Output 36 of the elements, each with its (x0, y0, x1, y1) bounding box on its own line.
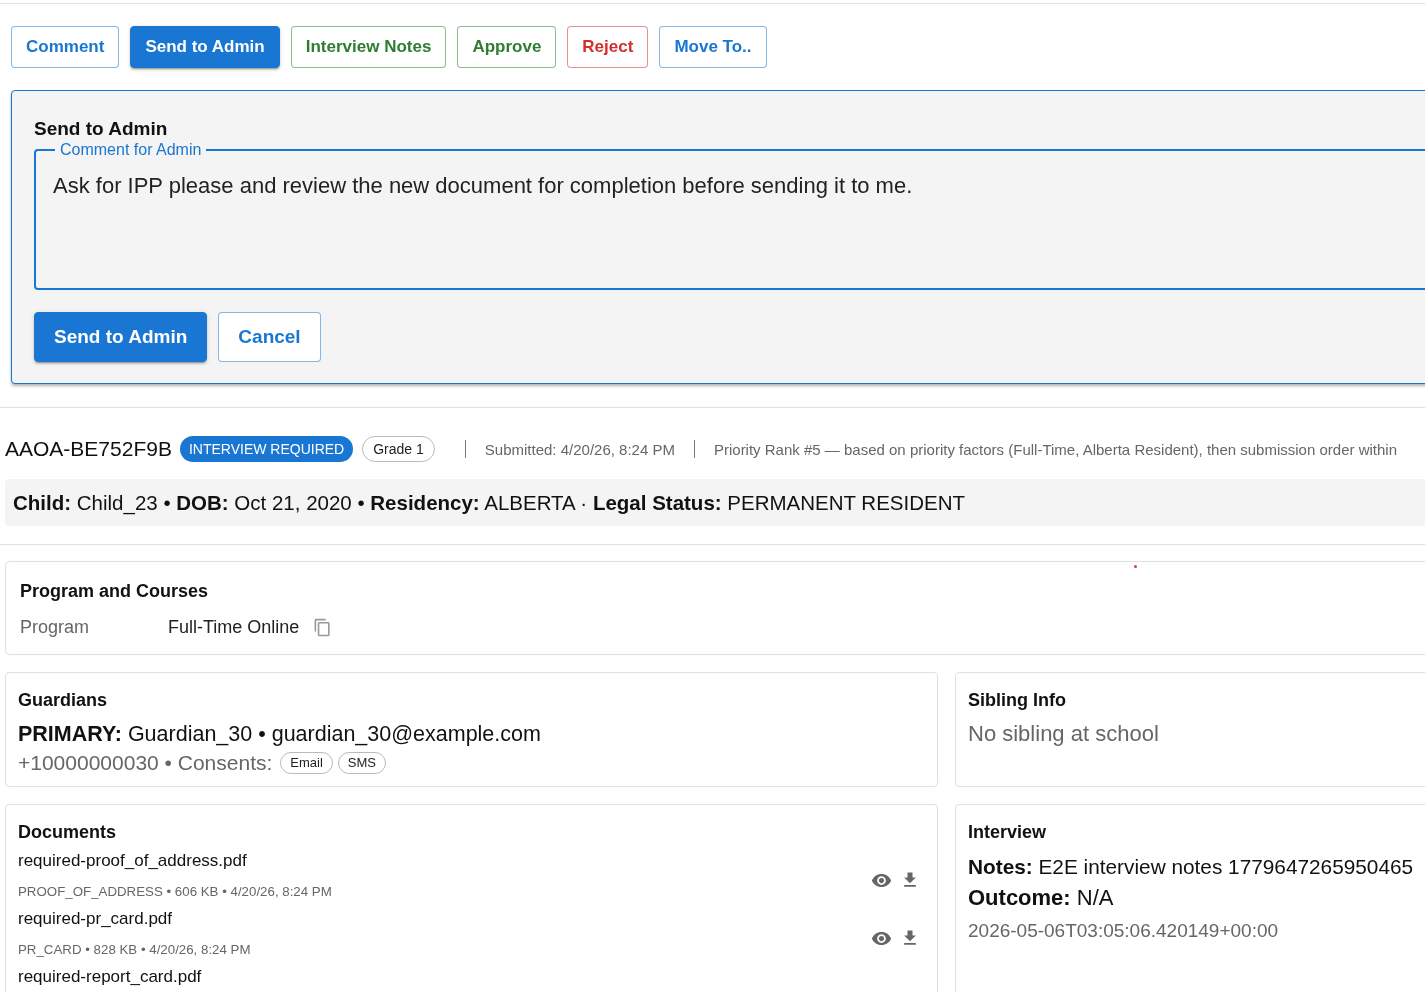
dot-icon (1134, 565, 1137, 568)
field-label: Comment for Admin (59, 141, 203, 159)
field-label: Program (20, 616, 91, 639)
submit-button[interactable]: Send to Admin (34, 312, 208, 362)
card-title: Documents (18, 821, 117, 844)
cancel-button[interactable]: Cancel (218, 312, 321, 362)
interview-outcome: Outcome: N/A (968, 884, 1115, 912)
toolbar-button[interactable]: Move To.. (659, 26, 767, 68)
status-badge: INTERVIEW REQUIRED (179, 436, 354, 462)
priority-note: Priority Rank #5 — based on priority factors (Full-Time, Alberta Resident), then submission order within (713, 440, 1397, 458)
guardian-contact: +10000000030 • Consents: (18, 750, 273, 775)
field-value: Full-Time Online (168, 616, 300, 639)
submitted-date: Submitted: 4/20/26, 8:24 PM (484, 440, 675, 458)
toolbar-button[interactable]: Interview Notes (290, 26, 447, 68)
interview-notes: Notes: E2E interview notes 1779647265950465 (968, 854, 1415, 880)
toolbar-button[interactable]: Reject (567, 26, 649, 68)
toolbar-button[interactable]: Comment (11, 26, 120, 68)
document-meta: PROOF_OF_ADDRESS • 606 KB • 4/20/26, 8:24 PM (18, 883, 332, 901)
interview-timestamp: 2026-05-06T03:05:06.420149+00:00 (968, 919, 1280, 943)
card-title: Sibling Info (968, 689, 1067, 712)
document-name: required-report_card.pdf (18, 967, 202, 987)
panel-title: Send to Admin (34, 118, 169, 140)
document-name: required-proof_of_address.pdf (18, 851, 247, 871)
sibling-text: No sibling at school (968, 720, 1160, 748)
card-title: Program and Courses (20, 580, 210, 603)
document-meta: PR_CARD • 828 KB • 4/20/26, 8:24 PM (18, 941, 251, 959)
document-name: required-pr_card.pdf (18, 909, 173, 929)
child-summary: Child: Child_23 • DOB: Oct 21, 2020 • Residency: ALBERTA · Legal Status: PERMANENT RESIDENT (13, 490, 965, 515)
comment-field[interactable]: Comment for Admin Ask for IPP please and review the new document for completion before sending it to me. (34, 141, 1425, 290)
primary-guardian: PRIMARY: Guardian_30 • guardian_30@example.com (18, 721, 542, 748)
card-title: Guardians (18, 689, 109, 712)
copy-icon[interactable] (313, 617, 333, 637)
card-title: Interview (968, 821, 1048, 844)
application-id: AAOA-BE752F9B (5, 436, 172, 462)
toolbar-button[interactable]: Send to Admin (130, 26, 280, 68)
toolbar-button[interactable]: Approve (457, 26, 557, 68)
